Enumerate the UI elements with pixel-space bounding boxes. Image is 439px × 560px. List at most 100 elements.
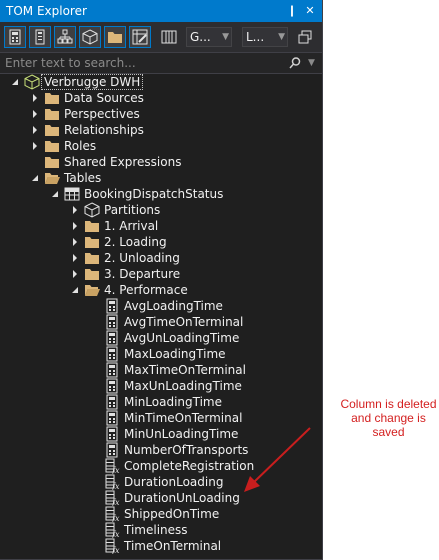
folder-open-icon (45, 173, 60, 184)
expanded-arrow-icon[interactable] (30, 170, 40, 186)
tree-item[interactable]: 3. Departure (0, 266, 322, 282)
tree-item[interactable]: fx Timeliness (0, 522, 322, 538)
tree-item-label: AvgLoadingTime (124, 299, 223, 313)
tree-item[interactable]: Shared Expressions (0, 154, 322, 170)
tree-item[interactable]: Roles (0, 138, 322, 154)
folder-icon (85, 237, 99, 248)
calculated-column-icon: fx (105, 538, 120, 554)
collapsed-arrow-icon[interactable] (70, 202, 80, 218)
grid-edit-button[interactable] (129, 26, 151, 48)
close-icon[interactable]: ✕ (302, 2, 318, 19)
tree-item[interactable]: MinLoadingTime (0, 394, 322, 410)
calculator-button[interactable] (4, 26, 26, 48)
annotation-arrow (244, 427, 311, 492)
tree-item[interactable]: Data Sources (0, 90, 322, 106)
tree-item[interactable]: MaxTimeOnTerminal (0, 362, 322, 378)
measure-calculator-icon (106, 298, 118, 314)
measure-calculator-icon (106, 410, 118, 426)
tree-item[interactable]: AvgTimeOnTerminal (0, 314, 322, 330)
tree-item[interactable]: Tables (0, 170, 322, 186)
tree-item-label: Timeliness (124, 523, 188, 537)
device-button[interactable] (29, 26, 51, 48)
measure-calculator-icon (106, 442, 118, 458)
folder-button[interactable] (104, 26, 126, 48)
tree-item[interactable]: 1. Arrival (0, 218, 322, 234)
panel-titlebar: TOM Explorer ❙ ✕ (0, 0, 322, 22)
tree-item-label: Perspectives (64, 107, 140, 121)
box-icon (82, 29, 98, 45)
expanded-arrow-icon[interactable] (10, 74, 20, 90)
folder-icon (45, 141, 59, 152)
tree-item[interactable]: Perspectives (0, 106, 322, 122)
search-bar: ▼ (0, 52, 322, 74)
hierarchy-button[interactable] (54, 26, 76, 48)
partition-icon (84, 202, 100, 218)
tree-item-label: DurationUnLoading (124, 491, 240, 505)
collapsed-arrow-icon[interactable] (30, 138, 40, 154)
tree-item-label: MaxLoadingTime (124, 347, 226, 361)
tree-item[interactable]: Relationships (0, 122, 322, 138)
tree-item-label: 2. Unloading (104, 251, 180, 265)
measure-calculator-icon (106, 394, 118, 410)
collapsed-arrow-icon[interactable] (70, 234, 80, 250)
copy-windows-icon (298, 30, 312, 44)
tree-item-label: 3. Departure (104, 267, 181, 281)
tree-item[interactable]: 4. Performace (0, 282, 322, 298)
model-cube-icon (24, 74, 40, 90)
collapsed-arrow-icon[interactable] (70, 218, 80, 234)
tree-item-label: TimeOnTerminal (124, 539, 222, 553)
collapsed-arrow-icon[interactable] (70, 250, 80, 266)
box-button[interactable] (79, 26, 101, 48)
tree-item[interactable]: AvgLoadingTime (0, 298, 322, 314)
tree-item[interactable]: 2. Unloading (0, 250, 322, 266)
folder-icon (108, 32, 122, 43)
expanded-arrow-icon[interactable] (50, 186, 60, 202)
folder-icon (85, 253, 99, 264)
tree-item[interactable]: Partitions (0, 202, 322, 218)
collapsed-arrow-icon[interactable] (30, 90, 40, 106)
group-combo[interactable]: G... ▼ (186, 27, 232, 47)
collapsed-arrow-icon[interactable] (30, 122, 40, 138)
tree-item[interactable]: fx TimeOnTerminal (0, 538, 322, 554)
search-icon[interactable] (288, 56, 302, 70)
copy-windows-button[interactable] (294, 26, 316, 48)
panel-title: TOM Explorer (6, 4, 87, 18)
hierarchy-icon (57, 29, 73, 44)
svg-text:fx: fx (111, 466, 120, 474)
collapsed-arrow-icon[interactable] (30, 106, 40, 122)
toolbar: G... ▼ L... ▼ (0, 22, 322, 52)
measure-calculator-icon (106, 314, 118, 330)
tree-item[interactable]: MaxLoadingTime (0, 346, 322, 362)
chevron-down-icon: ▼ (222, 32, 229, 42)
tree-item-label: Shared Expressions (64, 155, 182, 169)
collapsed-arrow-icon[interactable] (70, 266, 80, 282)
tree-item-label: 1. Arrival (104, 219, 159, 233)
tree-item-label: 4. Performace (104, 283, 188, 297)
tree-item-label: Data Sources (64, 91, 144, 105)
pin-icon[interactable]: ❙ (284, 2, 300, 19)
tree-item[interactable]: MaxUnLoadingTime (0, 378, 322, 394)
folder-icon (45, 125, 59, 136)
calculated-column-icon: fx (105, 490, 120, 506)
tree-item-label: Relationships (64, 123, 144, 137)
tree-item-label: DurationLoading (124, 475, 224, 489)
tree-item[interactable]: BookingDispatchStatus (0, 186, 322, 202)
tree-item-label: Roles (64, 139, 97, 153)
tree-item-label: BookingDispatchStatus (84, 187, 224, 201)
grid-edit-icon (132, 29, 148, 45)
tree-item-label: Partitions (104, 203, 161, 217)
expanded-arrow-icon[interactable] (70, 282, 80, 298)
svg-text:fx: fx (111, 514, 120, 522)
tree-item-label: ShippedOnTime (124, 507, 220, 521)
columns-button[interactable] (158, 26, 180, 48)
language-combo[interactable]: L... ▼ (242, 27, 288, 47)
tree-item[interactable]: Verbrugge DWH (0, 74, 322, 90)
language-combo-value: L... (246, 30, 265, 44)
tree-item[interactable]: 2. Loading (0, 234, 322, 250)
calculated-column-icon: fx (105, 458, 120, 474)
tree-item[interactable]: fx ShippedOnTime (0, 506, 322, 522)
search-input[interactable] (0, 53, 280, 73)
tree-item[interactable]: AvgUnLoadingTime (0, 330, 322, 346)
tree-item-label: MaxTimeOnTerminal (124, 363, 246, 377)
search-options-chevron-icon[interactable]: ▼ (308, 56, 315, 70)
